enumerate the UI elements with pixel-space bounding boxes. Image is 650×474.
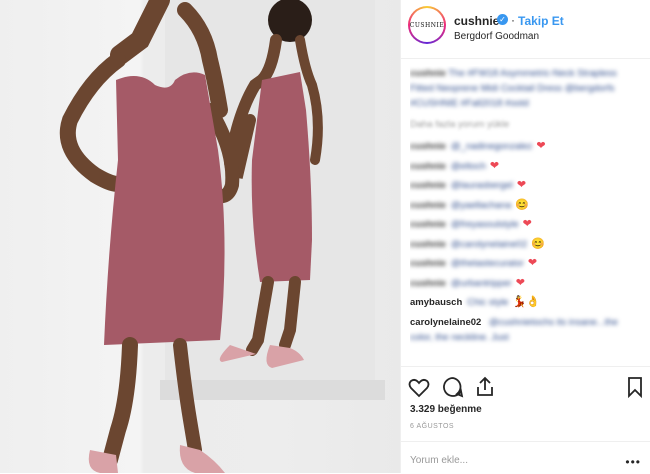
comment-row: cushnie @yaellachana 😊 — [410, 196, 642, 216]
comment-mention[interactable]: @thetastecurator — [451, 256, 524, 271]
avatar-logo: CUSHNIE — [410, 8, 444, 42]
share-icon[interactable] — [473, 375, 497, 399]
post-photo[interactable] — [0, 0, 400, 473]
avatar[interactable]: CUSHNIE — [408, 6, 446, 44]
bookmark-icon[interactable] — [623, 375, 647, 399]
smile-emoji: 😊 — [515, 198, 529, 211]
dance-emoji: 💃👌 — [512, 296, 540, 309]
smile-emoji: 😊 — [531, 237, 545, 250]
more-options-icon[interactable]: ••• — [625, 455, 641, 469]
action-bar — [401, 366, 650, 405]
comment-username[interactable]: cushnie — [410, 198, 446, 213]
follow-button[interactable]: Takip Et — [518, 14, 564, 28]
heart-emoji: ❤ — [516, 179, 527, 192]
comments-list[interactable]: cushnie The #FW18 Asymmetric-Neck Strapl… — [410, 66, 642, 366]
likes-count[interactable]: 3.329 beğenme — [410, 404, 482, 415]
post-date: 6 AĞUSTOS — [410, 423, 455, 430]
caption: cushnie The #FW18 Asymmetric-Neck Strapl… — [410, 66, 642, 111]
comment-row: cushnie @urbantripper ❤ — [410, 274, 642, 294]
comment-username[interactable]: carolynelaine02 — [410, 317, 481, 328]
comment-row: cushnie @thetastecurator ❤ — [410, 254, 642, 274]
caption-username[interactable]: cushnie — [410, 68, 446, 79]
comment-text: Chic style — [467, 297, 509, 309]
comment-row: cushnie @_nadinegonzalez ❤ — [410, 137, 642, 157]
heart-emoji: ❤ — [489, 159, 500, 172]
comment-username[interactable]: cushnie — [410, 237, 446, 252]
verified-badge-icon: ✓ — [497, 14, 508, 25]
comment-mention[interactable]: @urbantripper — [451, 276, 512, 291]
comment-row: cushnie @carolynelaine02 😊 — [410, 235, 642, 255]
comment-mention[interactable]: @eltoch — [451, 159, 486, 174]
instagram-post: CUSHNIE cushnie ✓ · Takip Et Bergdorf Go… — [0, 0, 650, 473]
comment-username[interactable]: cushnie — [410, 276, 446, 291]
comment-username[interactable]: cushnie — [410, 256, 446, 271]
comment-username[interactable]: cushnie — [410, 139, 446, 154]
comment-mention[interactable]: @yaellachana — [451, 198, 511, 213]
comment-row: cushnie @eltoch ❤ — [410, 157, 642, 177]
comment-username[interactable]: cushnie — [410, 178, 446, 193]
separator-dot: · — [511, 13, 515, 27]
comment-row: amybausch Chic style 💃👌 — [410, 293, 642, 313]
username-link[interactable]: cushnie — [454, 14, 499, 28]
add-comment-bar: Yorum ekle... ••• — [401, 441, 650, 474]
heart-emoji: ❤ — [515, 276, 525, 289]
location-link[interactable]: Bergdorf Goodman — [454, 31, 539, 42]
comment-mention[interactable]: @freyasoulstyle — [451, 217, 519, 232]
heart-icon[interactable] — [407, 375, 431, 399]
comment-input[interactable]: Yorum ekle... — [410, 455, 468, 466]
comment-mention[interactable]: @laurasbergel — [451, 178, 513, 193]
comment-mention[interactable]: @carolynelaine02 — [451, 237, 527, 252]
heart-emoji: ❤ — [527, 257, 538, 270]
heart-emoji: ❤ — [522, 218, 532, 231]
comment-username[interactable]: cushnie — [410, 159, 446, 174]
comment-username[interactable]: amybausch — [410, 295, 462, 310]
comment-row: carolynelaine02 @cushnietochs its insane… — [410, 315, 642, 345]
heart-emoji: ❤ — [536, 140, 546, 153]
comment-row: cushnie @laurasbergel ❤ — [410, 176, 642, 196]
post-header: CUSHNIE cushnie ✓ · Takip Et Bergdorf Go… — [401, 0, 650, 59]
comment-row: cushnie @freyasoulstyle ❤ — [410, 215, 642, 235]
post-sidebar: CUSHNIE cushnie ✓ · Takip Et Bergdorf Go… — [400, 0, 650, 473]
comment-mention[interactable]: @_nadinegonzalez — [451, 139, 532, 154]
load-more-comments[interactable]: Daha fazla yorum yükle — [410, 117, 642, 132]
comment-username[interactable]: cushnie — [410, 217, 446, 232]
comment-icon[interactable] — [441, 375, 465, 399]
